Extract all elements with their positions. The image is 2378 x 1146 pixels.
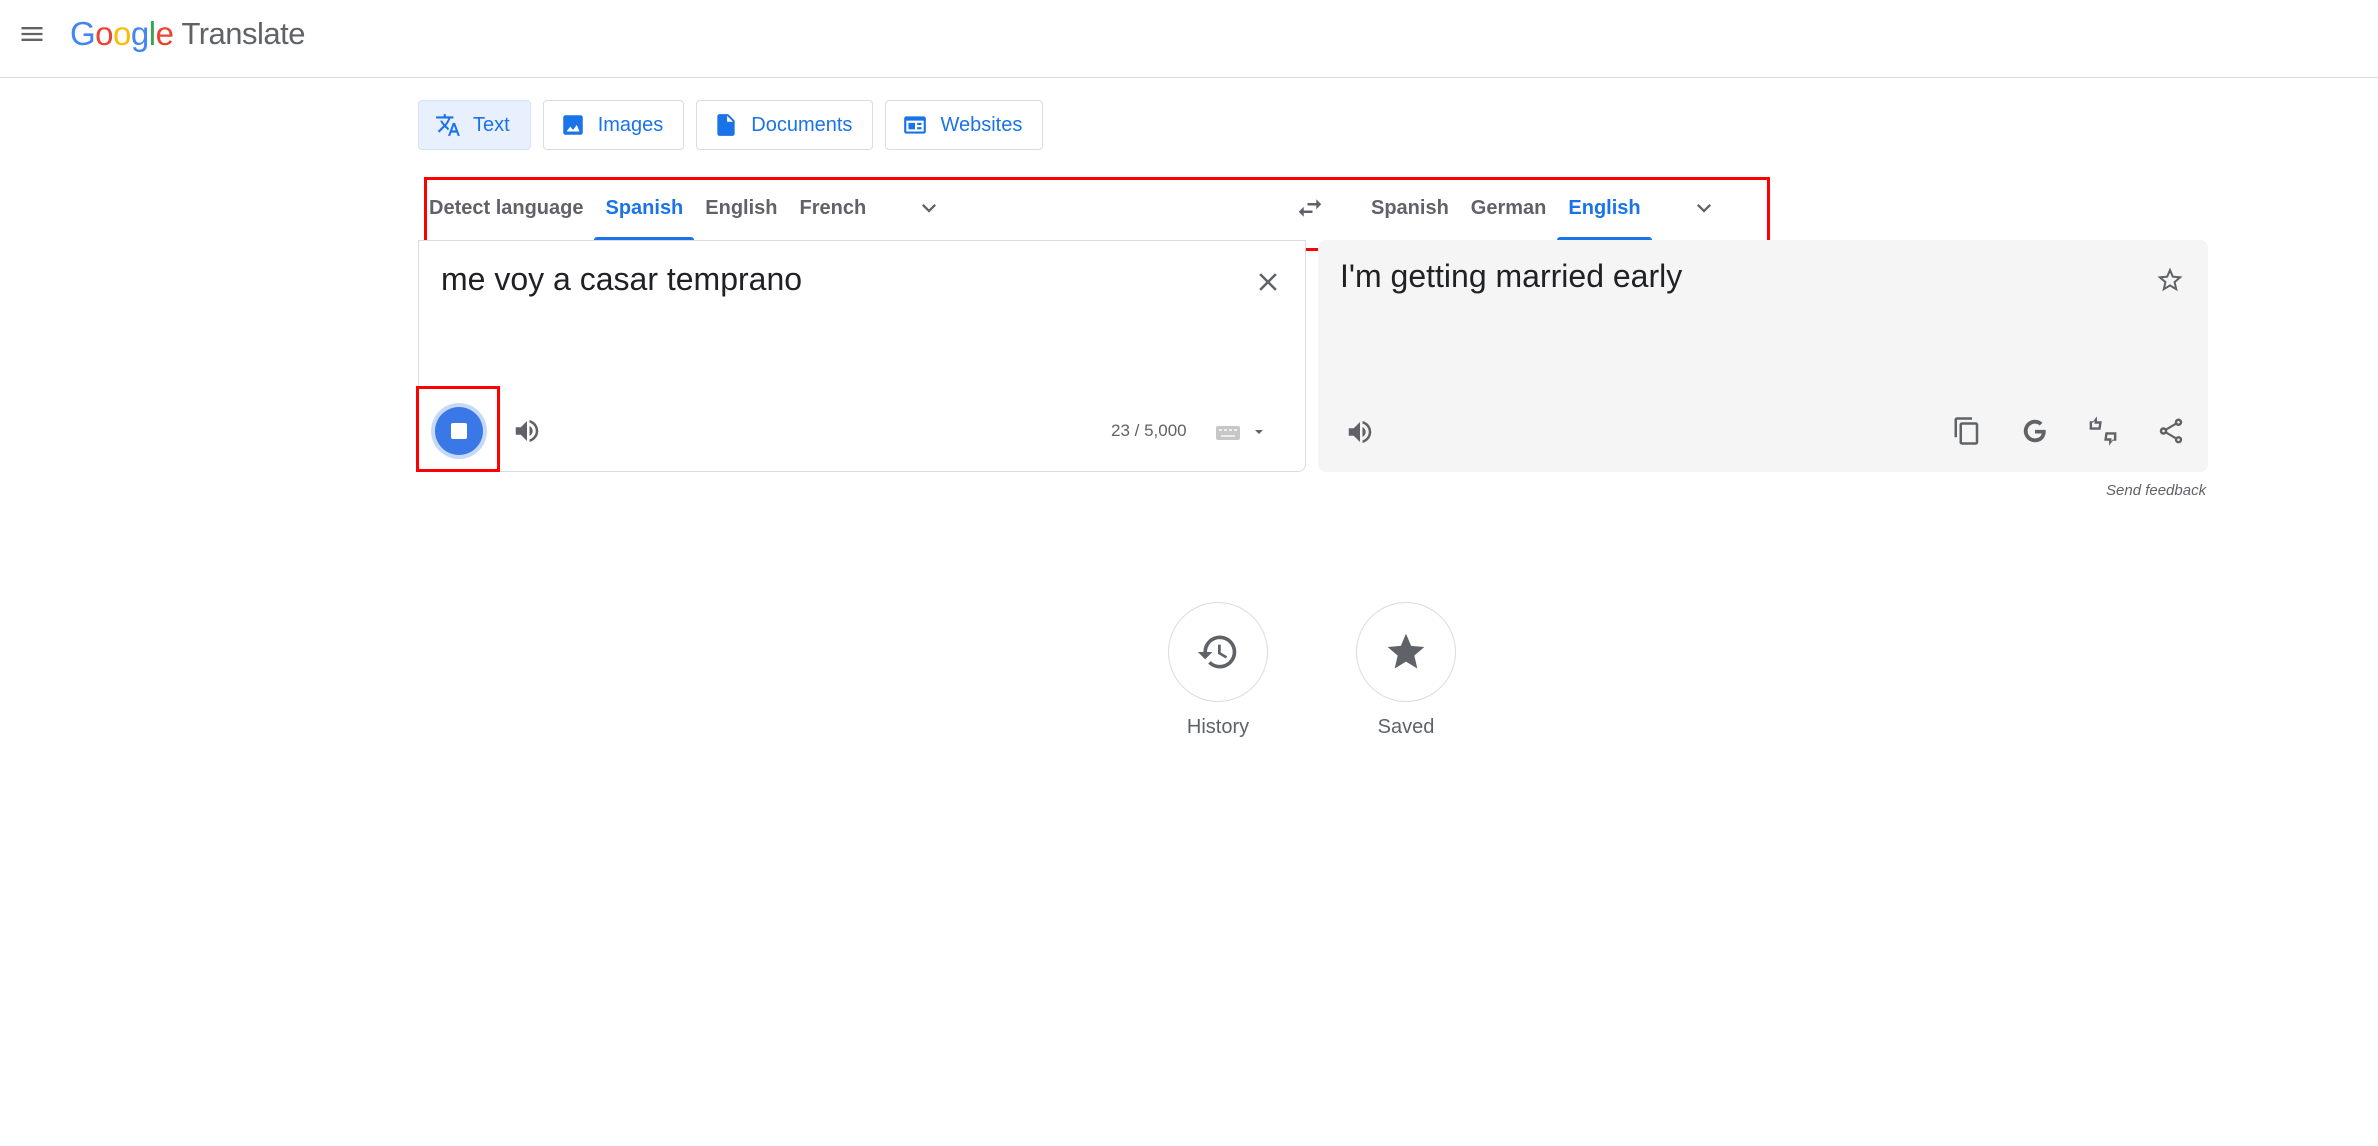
source-text-panel[interactable]: me voy a casar temprano 23 / 5,000: [418, 240, 1306, 472]
listen-source-button[interactable]: [505, 409, 549, 453]
translate-icon: [436, 114, 460, 136]
character-count: 23 / 5,000: [1111, 421, 1187, 440]
translation-actions: [1944, 408, 2194, 454]
tab-images[interactable]: Images: [542, 100, 685, 150]
caret-down-icon: [1255, 430, 1263, 434]
tab-images-label: Images: [597, 113, 664, 136]
stop-icon: [451, 423, 467, 439]
mode-tabs: Text Images Documents Websites: [418, 100, 1044, 150]
source-lang-detect[interactable]: Detect language: [418, 176, 594, 240]
document-icon: [717, 114, 735, 136]
saved-label: Saved: [1377, 716, 1435, 738]
stop-voice-input-button[interactable]: [435, 407, 483, 455]
app-header: Google Translate: [0, 0, 2378, 78]
clear-source-button[interactable]: [1247, 261, 1289, 303]
saved-button[interactable]: [1356, 602, 1456, 702]
main-menu-button[interactable]: [12, 14, 52, 54]
listen-translation-button[interactable]: [1338, 410, 1382, 454]
star-outline-icon: [2157, 267, 2183, 292]
share-icon: [2159, 418, 2183, 444]
logo-letter: e: [155, 15, 174, 52]
tab-websites[interactable]: Websites: [885, 100, 1044, 150]
star-filled-icon: [1387, 633, 1425, 669]
google-g-icon: [2023, 419, 2047, 443]
target-more-languages-button[interactable]: [1676, 176, 1732, 240]
target-language-tabs: Spanish German English: [1360, 176, 1732, 240]
translation-panel: I'm getting married early: [1318, 240, 2208, 472]
copy-icon: [1954, 417, 1979, 445]
website-icon: [904, 116, 927, 134]
keyboard-icon: [1216, 426, 1240, 440]
tab-text-label: Text: [473, 113, 510, 136]
copy-translation-button[interactable]: [1944, 408, 1990, 454]
speaker-icon: [515, 420, 539, 442]
source-language-tabs: Detect language Spanish English French: [418, 176, 957, 240]
share-translation-button[interactable]: [2148, 408, 2194, 454]
history-icon: [1197, 635, 1237, 669]
history-label: History: [1186, 716, 1250, 738]
target-lang-spanish[interactable]: Spanish: [1360, 176, 1460, 240]
chevron-down-icon: [922, 204, 937, 213]
tab-documents-label: Documents: [751, 113, 853, 136]
save-translation-button[interactable]: [2148, 258, 2192, 302]
logo-letter: l: [148, 15, 156, 52]
google-search-button[interactable]: [2012, 408, 2058, 454]
tab-text[interactable]: Text: [418, 100, 531, 150]
logo-letter: o: [113, 15, 131, 52]
target-lang-german[interactable]: German: [1460, 176, 1558, 240]
speaker-icon: [1348, 421, 1372, 443]
source-text-input[interactable]: me voy a casar temprano: [441, 261, 802, 298]
input-tools-button[interactable]: [1215, 415, 1275, 449]
translation-text: I'm getting married early: [1340, 258, 1683, 294]
language-bar: Detect language Spanish English French S…: [418, 176, 1768, 240]
close-icon: [1259, 273, 1277, 291]
tab-documents[interactable]: Documents: [696, 100, 874, 150]
send-feedback-link[interactable]: Send feedback: [2106, 482, 2206, 499]
rate-translation-button[interactable]: [2080, 408, 2126, 454]
logo-letter: g: [130, 15, 149, 52]
logo-letter: G: [70, 15, 96, 52]
logo-letter: o: [95, 15, 114, 52]
image-icon: [562, 115, 583, 135]
chevron-down-icon: [1696, 204, 1711, 213]
history-section: History: [1166, 602, 1270, 739]
source-lang-spanish[interactable]: Spanish: [594, 176, 695, 240]
source-lang-french[interactable]: French: [789, 176, 878, 240]
source-more-languages-button[interactable]: [901, 176, 957, 240]
tab-websites-label: Websites: [940, 113, 1023, 136]
product-name: Translate: [181, 16, 306, 51]
swap-languages-button[interactable]: [1286, 184, 1334, 232]
source-lang-english[interactable]: English: [694, 176, 788, 240]
swap-icon: [1298, 199, 1322, 217]
google-translate-logo[interactable]: Google Translate: [70, 14, 306, 54]
thumbs-up-down-icon: [2089, 416, 2117, 446]
saved-section: Saved: [1354, 602, 1458, 739]
target-lang-english[interactable]: English: [1557, 176, 1652, 240]
history-button[interactable]: [1168, 602, 1268, 702]
hamburger-menu-icon: [21, 27, 43, 41]
